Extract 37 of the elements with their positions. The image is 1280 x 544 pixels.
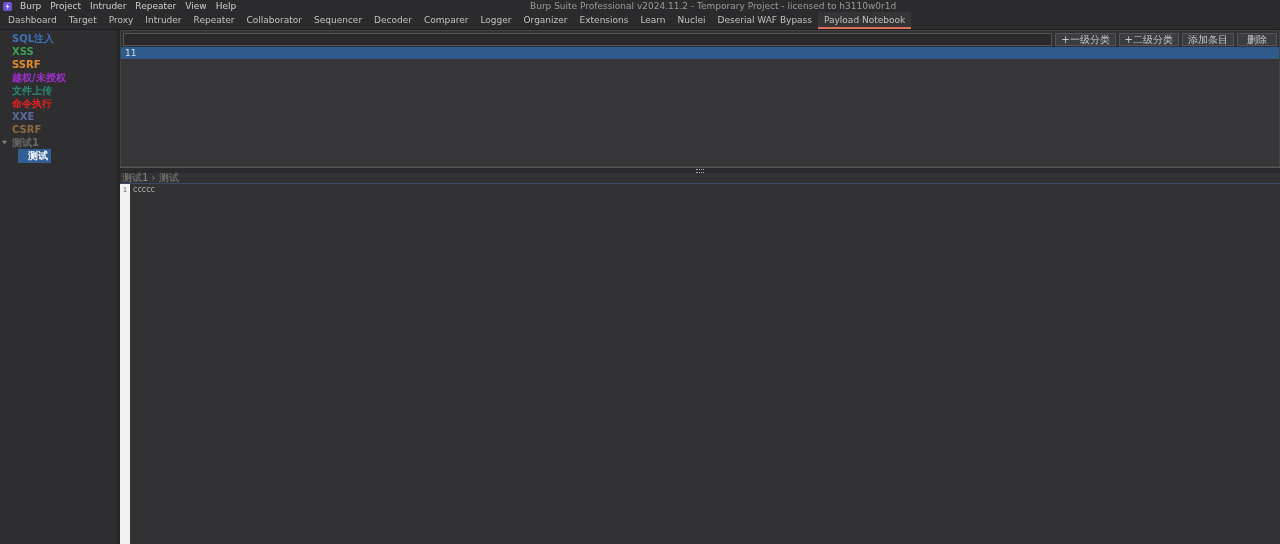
- tab[interactable]: Sequencer: [308, 12, 369, 29]
- tab[interactable]: Proxy: [102, 12, 140, 29]
- tab[interactable]: Logger: [474, 12, 518, 29]
- list-entry[interactable]: 11: [121, 47, 1279, 59]
- tab[interactable]: Decoder: [368, 12, 418, 29]
- toolbar-button[interactable]: +二级分类: [1118, 33, 1179, 46]
- tab[interactable]: Payload Notebook: [818, 12, 912, 29]
- tab[interactable]: Extensions: [573, 12, 635, 29]
- menu-item[interactable]: Burp: [20, 1, 42, 11]
- tab[interactable]: Nuclei: [671, 12, 712, 29]
- search-field[interactable]: [123, 33, 1053, 46]
- tree-item[interactable]: 测试: [18, 148, 51, 163]
- menu-item[interactable]: Project: [50, 1, 82, 11]
- splitter-handle[interactable]: [696, 168, 704, 173]
- breadcrumb: 测试1 › 测试: [122, 171, 179, 185]
- toolbar-button[interactable]: 添加条目: [1182, 33, 1234, 46]
- tab[interactable]: Target: [62, 12, 103, 29]
- caret-icon[interactable]: [2, 140, 7, 145]
- toolbar-button[interactable]: 删除: [1237, 33, 1277, 46]
- menu-item[interactable]: View: [185, 1, 207, 11]
- tab[interactable]: Organizer: [517, 12, 574, 29]
- app-logo-icon: [3, 1, 12, 11]
- tab[interactable]: Deserial WAF Bypass: [711, 12, 818, 29]
- toolbar-button[interactable]: +一级分类: [1055, 33, 1116, 46]
- menu-item[interactable]: Help: [215, 1, 237, 11]
- tree-item[interactable]: SSRF: [10, 59, 43, 70]
- tab[interactable]: Learn: [634, 12, 672, 29]
- tree-item[interactable]: XSS: [10, 46, 36, 57]
- tab[interactable]: Collaborator: [240, 12, 308, 29]
- tab[interactable]: Dashboard: [2, 12, 63, 29]
- tab[interactable]: Intruder: [139, 12, 188, 29]
- menu-item[interactable]: Intruder: [90, 1, 127, 11]
- tab[interactable]: Comparer: [417, 12, 475, 29]
- menu-item[interactable]: Repeater: [135, 1, 177, 11]
- code-line: ccccc: [133, 185, 155, 194]
- window-title: Burp Suite Professional v2024.11.2 - Temporary Project - licensed to h3110w0r1d: [530, 1, 897, 11]
- tab[interactable]: Repeater: [187, 12, 241, 29]
